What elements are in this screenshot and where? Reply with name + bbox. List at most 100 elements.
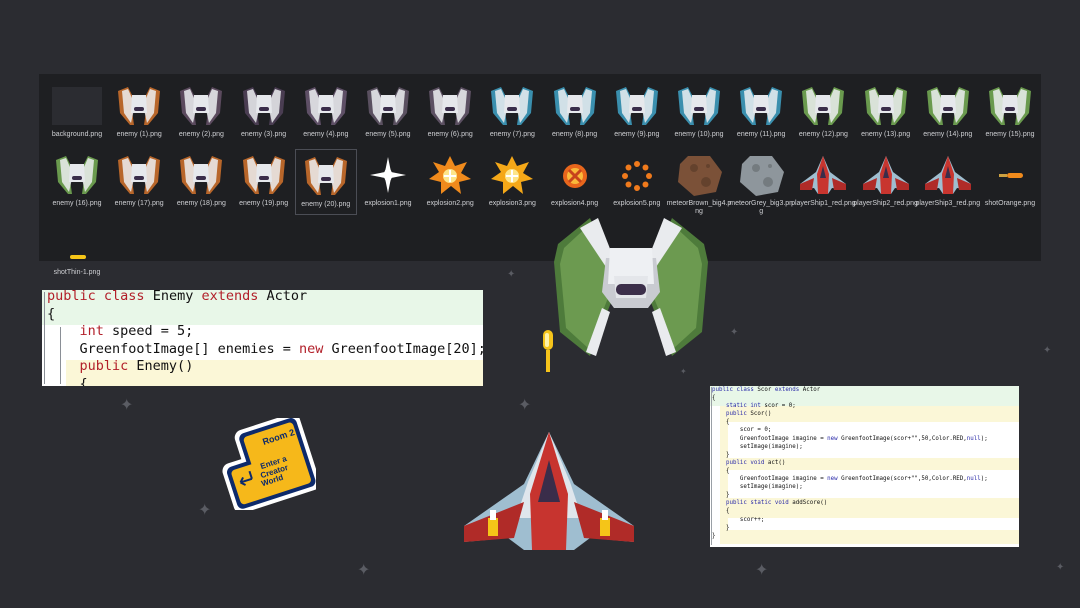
code-text: Scor() — [750, 411, 772, 418]
score-code-line: scor = 0; — [712, 426, 988, 434]
file-item[interactable]: meteorGrey_big3.png — [729, 149, 794, 215]
file-item[interactable]: enemy (4).png — [295, 80, 357, 146]
file-item[interactable]: shotOrange.png — [979, 149, 1041, 215]
file-item[interactable]: shotThin-1.png — [46, 218, 108, 284]
score-class-code-editor[interactable]: public class Scor extends Actor { static … — [710, 386, 1019, 547]
star-icon: ✦ — [680, 367, 687, 376]
file-item[interactable]: background.png — [46, 80, 108, 146]
player-thumbnail-icon — [923, 152, 973, 198]
player-thumbnail-icon — [861, 152, 911, 198]
star-icon: ✦ — [1056, 562, 1065, 573]
xburst-thumbnail-icon — [550, 152, 600, 198]
file-item[interactable]: enemy (1).png — [108, 80, 170, 146]
score-code-line: } — [712, 451, 988, 459]
file-item[interactable]: enemy (3).png — [233, 80, 295, 146]
file-item[interactable]: enemy (5).png — [357, 80, 419, 146]
enemy-thumbnail-icon — [487, 83, 537, 129]
file-item[interactable]: enemy (6).png — [419, 80, 481, 146]
score-code-line: } — [712, 532, 988, 540]
file-name-label: explosion1.png — [364, 200, 412, 207]
file-name-label: explosion2.png — [426, 200, 474, 207]
file-item[interactable]: enemy (2).png — [170, 80, 232, 146]
code-text: Scor — [757, 387, 775, 393]
file-item[interactable]: meteorBrown_big4.png — [667, 149, 731, 215]
code-keyword: public — [79, 358, 137, 374]
file-item[interactable]: enemy (15).png — [979, 80, 1041, 146]
enemy-class-code-editor[interactable]: public class Enemy extends Actor { int sp… — [42, 290, 483, 386]
code-keyword: class — [736, 387, 758, 393]
file-item[interactable]: enemy (14).png — [917, 80, 979, 146]
file-name-label: enemy (9).png — [614, 131, 660, 138]
score-code-line: static int scor = 0; — [712, 402, 988, 410]
star-icon: ✦ — [198, 502, 212, 519]
file-name-label: background.png — [51, 131, 103, 138]
file-item[interactable]: enemy (13).png — [855, 80, 917, 146]
file-name-label: enemy (5).png — [365, 131, 411, 138]
file-item[interactable]: explosion1.png — [357, 149, 419, 215]
code-text: { — [47, 375, 88, 387]
file-name-label: shotThin-1.png — [53, 269, 101, 276]
file-item[interactable]: playerShip1_red.png — [791, 149, 856, 215]
player-ship-sprite — [464, 432, 634, 550]
file-name-label: enemy (13).png — [861, 131, 911, 138]
enemy-thumbnail-icon — [176, 152, 226, 198]
file-item[interactable]: enemy (8).png — [544, 80, 606, 146]
file-item[interactable]: enemy (10).png — [668, 80, 730, 146]
code-text: speed = 5; — [112, 323, 194, 339]
file-item[interactable]: enemy (9).png — [606, 80, 668, 146]
enemy-thumbnail-icon — [861, 83, 911, 129]
code-text: GreenfootImage(scor+"",50,Color.RED, — [841, 435, 967, 442]
score-code-line: { — [712, 418, 988, 426]
file-item[interactable]: explosion4.png — [544, 149, 606, 215]
enemy-thumbnail-icon — [239, 83, 289, 129]
code-text: { — [712, 508, 730, 515]
file-name-label: enemy (12).png — [798, 131, 848, 138]
score-code-line: public class Scor extends Actor — [712, 386, 988, 394]
score-code-line: GreenfootImage imagine = new GreenfootIm… — [712, 435, 988, 443]
file-name-label: enemy (2).png — [178, 131, 224, 138]
file-item[interactable]: enemy (7).png — [481, 80, 543, 146]
code-text: setImage(imagine); — [712, 484, 803, 491]
bullet-sprite — [543, 330, 553, 372]
file-name-label: enemy (20).png — [301, 201, 351, 208]
code-keyword: public static void — [725, 500, 793, 507]
score-code-line: } — [712, 524, 988, 532]
enemy-code-line: public class Enemy extends Actor — [47, 290, 483, 306]
code-text: ); — [980, 476, 988, 483]
enemy-thumbnail-icon — [114, 83, 164, 129]
score-code-line: public static void addScore() — [712, 499, 988, 507]
code-text: act() — [767, 459, 786, 466]
code-keyword: new — [827, 476, 842, 483]
file-name-label: meteorGrey_big3.png — [729, 200, 794, 215]
enemy-code-line: int speed = 5; — [47, 323, 483, 341]
enemy-ship-sprite — [554, 218, 708, 356]
file-item[interactable]: playerShip2_red.png — [853, 149, 918, 215]
enemy-code-line: GreenfootImage[] enemies = new Greenfoot… — [47, 341, 484, 359]
file-item[interactable]: explosion5.png — [606, 149, 668, 215]
file-item[interactable]: enemy (19).png — [233, 149, 295, 215]
file-item[interactable]: enemy (11).png — [730, 80, 792, 146]
code-text: addScore() — [792, 500, 828, 507]
code-text: ); — [980, 435, 988, 442]
room-2-badge[interactable]: Room 2 Enter a Creator World — [214, 418, 316, 510]
shot-thumbnail-icon — [985, 152, 1035, 198]
sparkle-thumbnail-icon — [363, 152, 413, 198]
enemy-thumbnail-icon — [114, 152, 164, 198]
file-item[interactable]: enemy (12).png — [792, 80, 854, 146]
star-icon: ✦ — [507, 269, 516, 280]
code-keyword: public — [725, 411, 751, 418]
file-item[interactable]: enemy (18).png — [170, 149, 232, 215]
code-keyword: class — [103, 290, 153, 304]
file-name-label: enemy (6).png — [427, 131, 473, 138]
file-item[interactable]: enemy (16).png — [46, 149, 108, 215]
enemy-thumbnail-icon — [176, 83, 226, 129]
file-item[interactable]: enemy (17).png — [108, 149, 170, 215]
enemy-thumbnail-icon — [985, 83, 1035, 129]
file-item[interactable]: enemy (20).png — [294, 149, 357, 215]
file-item[interactable]: explosion2.png — [419, 149, 481, 215]
file-item[interactable]: explosion3.png — [481, 149, 543, 215]
burst-thumbnail-icon — [425, 152, 475, 198]
code-keyword: new — [827, 435, 842, 442]
file-item[interactable]: playerShip3_red.png — [915, 149, 980, 215]
